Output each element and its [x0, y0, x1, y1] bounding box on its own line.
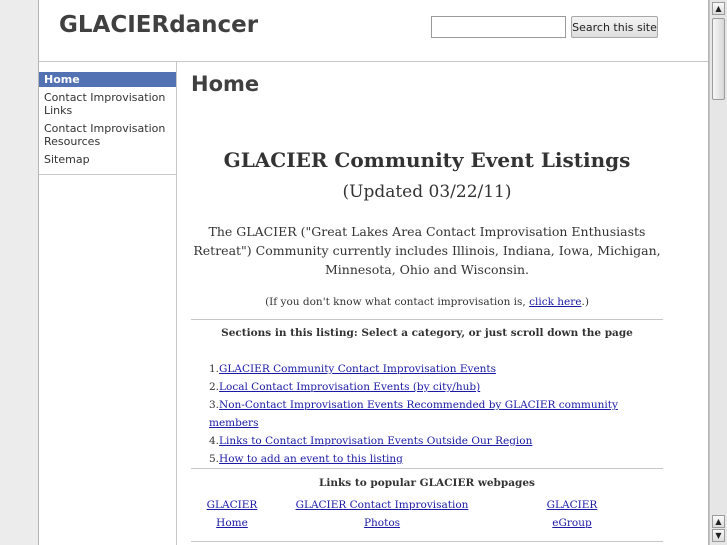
section-link[interactable]: Links to Contact Improvisation Events Ou… — [219, 435, 532, 447]
section-number: 3. — [209, 399, 220, 411]
ci-note-suffix: .) — [581, 296, 589, 308]
sections-heading: Sections in this listing: Select a categ… — [221, 327, 633, 339]
page-title: Home — [191, 72, 260, 96]
list-item: 2.Local Contact Improvisation Events (by… — [209, 378, 663, 396]
popular-link-home[interactable]: GLACIER Home — [201, 496, 263, 532]
intro-paragraph: The GLACIER ("Great Lakes Area Contact I… — [193, 224, 661, 277]
ci-note-prefix: (If you don't know what contact improvis… — [265, 296, 530, 308]
scroll-up-icon[interactable]: ▲ — [712, 2, 725, 15]
section-link[interactable]: How to add an event to this listing — [219, 453, 403, 465]
search-button[interactable]: Search this site — [571, 16, 658, 38]
scroll-thumb[interactable] — [712, 18, 725, 100]
list-item: 1.GLACIER Community Contact Improvisatio… — [209, 360, 663, 378]
ci-note: (If you don't know what contact improvis… — [191, 296, 663, 308]
content-divider — [191, 468, 663, 469]
site-title[interactable]: GLACIERdancer — [59, 12, 258, 38]
section-list: 1.GLACIER Community Contact Improvisatio… — [209, 360, 663, 468]
popular-link-photos[interactable]: GLACIER Contact Improvisation Photos — [277, 496, 487, 532]
sidebar-item-home[interactable]: Home — [39, 72, 176, 87]
link-line: GLACIER — [546, 499, 598, 511]
section-number: 4. — [209, 435, 220, 447]
section-link[interactable]: Local Contact Improvisation Events (by c… — [219, 381, 480, 393]
sidebar-item-sitemap[interactable]: Sitemap — [39, 152, 176, 167]
listing-title: GLACIER Community Event Listings — [223, 148, 631, 172]
section-number: 1. — [209, 363, 220, 375]
list-item: 3.Non-Contact Improvisation Events Recom… — [209, 396, 663, 432]
section-number: 5. — [209, 453, 220, 465]
popular-links-heading: Links to popular GLACIER webpages — [319, 477, 535, 489]
link-line: GLACIER — [206, 499, 258, 511]
link-line: eGroup — [552, 517, 592, 529]
updated-date: (Updated 03/22/11) — [342, 182, 512, 202]
sidebar-nav: Home Contact Improvisation Links Contact… — [39, 62, 177, 545]
sidebar-item-ci-links[interactable]: Contact Improvisation Links — [39, 90, 176, 118]
search-input[interactable] — [431, 16, 566, 38]
link-line: Home — [216, 517, 248, 529]
page-frame: GLACIERdancer Search this site Home Cont… — [38, 0, 709, 545]
sidebar-divider — [39, 174, 177, 175]
scroll-up-icon[interactable]: ▲ — [712, 515, 725, 528]
popular-link-egroup[interactable]: GLACIER eGroup — [539, 496, 605, 532]
list-item: 4.Links to Contact Improvisation Events … — [209, 432, 663, 450]
content-divider — [191, 319, 663, 320]
section-link[interactable]: GLACIER Community Contact Improvisation … — [219, 363, 496, 375]
click-here-link[interactable]: click here — [529, 296, 581, 308]
scroll-down-icon[interactable]: ▼ — [712, 529, 725, 542]
vertical-scrollbar[interactable]: ▲ ▲ ▼ — [709, 0, 727, 545]
section-number: 2. — [209, 381, 220, 393]
content-divider — [191, 541, 663, 542]
window-left-gutter — [0, 0, 38, 545]
sidebar-item-ci-resources[interactable]: Contact Improvisation Resources — [39, 121, 176, 149]
list-item: 5.How to add an event to this listing — [209, 450, 663, 468]
section-link[interactable]: Non-Contact Improvisation Events Recomme… — [209, 399, 618, 429]
